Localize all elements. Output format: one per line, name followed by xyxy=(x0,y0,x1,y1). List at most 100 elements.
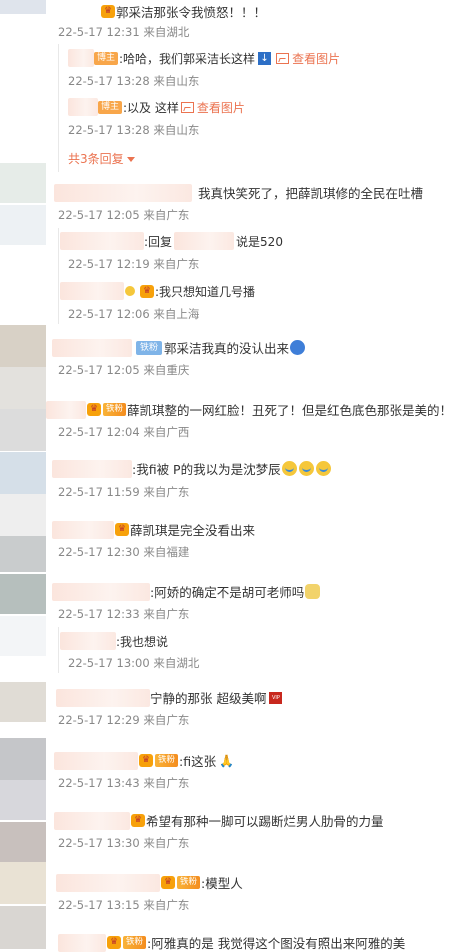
reply-meta: 22-5-17 13:28 来自山东 xyxy=(68,74,200,88)
username[interactable] xyxy=(52,338,132,357)
username[interactable] xyxy=(60,282,124,300)
comment-item: 宁静的那张 超级美啊 VIP xyxy=(56,688,283,707)
avatar[interactable] xyxy=(0,163,46,203)
comment-text: 希望有那种一脚可以踢断烂男人肋骨的力量 xyxy=(146,814,384,829)
laugh-cry-emoji-icon xyxy=(298,461,314,476)
chevron-down-icon xyxy=(126,157,135,162)
avatar[interactable] xyxy=(0,452,46,494)
fan-badge: 铁粉 xyxy=(136,340,163,355)
host-badge: 博主 xyxy=(94,51,119,65)
view-image-link[interactable]: 查看图片 xyxy=(274,50,340,67)
username[interactable] xyxy=(56,688,150,707)
comment-item: 我真快笑死了，把薛凯琪修的全民在吐槽 xyxy=(54,183,423,202)
avatar[interactable] xyxy=(0,536,46,572)
reply-meta: 22-5-17 12:06 来自上海 xyxy=(68,307,200,321)
avatar[interactable] xyxy=(0,0,46,14)
reply-item: 博主 :以及 这样 查看图片 xyxy=(68,98,245,116)
fan-badge: 铁粉 xyxy=(155,754,179,767)
avatar[interactable] xyxy=(0,205,46,245)
comment-text: 薛凯琪整的一网红脸！丑死了！但是红色底色那张是美的！ xyxy=(127,403,451,418)
reply-meta: 22-5-17 13:00 来自湖北 xyxy=(68,656,200,670)
username[interactable] xyxy=(60,632,116,650)
smile-emoji-icon xyxy=(125,286,135,296)
comment-text: 宁静的那张 超级美啊 xyxy=(150,691,267,706)
comment-meta: 22-5-17 12:30 来自福建 xyxy=(58,545,190,559)
comment-text: :fi这张 xyxy=(179,754,217,769)
fan-badge: 铁粉 xyxy=(177,876,201,889)
crown-icon: ♛ xyxy=(87,403,101,416)
comment-meta: 22-5-17 13:43 来自广东 xyxy=(58,776,190,790)
comment-meta: 22-5-17 13:15 来自广东 xyxy=(58,898,190,912)
avatar[interactable] xyxy=(0,862,46,904)
comment-meta: 22-5-17 12:04 来自广西 xyxy=(58,425,190,439)
reply-text: :我只想知道几号播 xyxy=(155,284,256,299)
pray-emoji-icon: 🙏 xyxy=(219,753,235,768)
image-icon xyxy=(180,101,194,113)
avatar[interactable] xyxy=(0,409,46,451)
red-emoji-icon: VIP xyxy=(269,691,283,704)
avatar[interactable] xyxy=(0,367,46,409)
crown-icon: ♛ xyxy=(161,876,175,889)
comment-text: :模型人 xyxy=(201,876,243,891)
comment-item: ♛ 铁粉 :模型人 xyxy=(56,873,243,892)
username[interactable] xyxy=(68,49,94,67)
reply-item: :我也想说 xyxy=(60,632,168,650)
reply-item: :回复 说是520 xyxy=(60,232,283,250)
username[interactable] xyxy=(68,98,98,116)
avatar[interactable] xyxy=(0,494,46,536)
comment-item: :我fi被 P的我以为是沈梦辰 xyxy=(52,459,332,478)
reply-text: :我也想说 xyxy=(116,634,169,649)
comment-meta: 22-5-17 12:31 来自湖北 xyxy=(58,25,190,39)
avatar[interactable] xyxy=(0,780,46,820)
avatar[interactable] xyxy=(0,682,46,722)
reply-divider xyxy=(58,228,59,324)
username[interactable] xyxy=(52,520,114,539)
comment-meta: 22-5-17 12:33 来自广东 xyxy=(58,607,190,621)
reply-meta: 22-5-17 12:19 来自广东 xyxy=(68,257,200,271)
comment-item: 铁粉 郭采洁我真的没认出来 xyxy=(52,338,306,357)
more-replies-link[interactable]: 共3条回复 xyxy=(68,150,135,167)
comment-text: :阿娇的确定不是胡可老师吗 xyxy=(150,585,305,600)
crown-icon: ♛ xyxy=(140,284,154,298)
comment-meta: 22-5-17 11:59 来自广东 xyxy=(58,485,190,499)
comment-text: 郭采洁那张令我愤怒！！！ xyxy=(116,5,267,20)
crown-icon: ♛ xyxy=(139,754,153,767)
mentioned-user[interactable] xyxy=(174,232,235,250)
reply-text: :回复 xyxy=(144,234,173,249)
avatar[interactable] xyxy=(0,325,46,367)
avatar[interactable] xyxy=(0,616,46,656)
reply-text: :以及 这样 xyxy=(123,100,179,115)
doraemon-emoji-icon xyxy=(290,340,306,355)
username[interactable] xyxy=(52,582,150,601)
comment-text: :我fi被 P的我以为是沈梦辰 xyxy=(132,462,281,477)
username[interactable] xyxy=(46,400,86,419)
laugh-cry-emoji-icon xyxy=(281,461,297,476)
username[interactable] xyxy=(52,459,132,478)
doge-emoji-icon xyxy=(305,584,321,599)
crown-icon: ♛ xyxy=(115,523,129,536)
username[interactable] xyxy=(56,873,160,892)
comment-text: 薛凯琪是完全没看出来 xyxy=(130,523,256,538)
username[interactable] xyxy=(54,183,192,202)
comment-text: 郭采洁我真的没认出来 xyxy=(164,341,290,356)
avatar[interactable] xyxy=(0,738,46,780)
avatar[interactable] xyxy=(0,906,46,949)
comment-meta: 22-5-17 12:05 来自广东 xyxy=(58,208,190,222)
reply-divider xyxy=(58,627,59,673)
crown-icon: ♛ xyxy=(101,5,115,18)
reply-meta: 22-5-17 13:28 来自山东 xyxy=(68,123,200,137)
view-image-link[interactable]: 查看图片 xyxy=(179,99,245,116)
avatar[interactable] xyxy=(0,822,46,862)
username[interactable] xyxy=(54,751,138,770)
comment-item: ♛ 希望有那种一脚可以踢断烂男人肋骨的力量 xyxy=(54,811,384,830)
comment-item: ♛ 铁粉 :fi这张 🙏 xyxy=(54,751,234,770)
avatar[interactable] xyxy=(0,574,46,614)
down-arrow-icon: ↓ xyxy=(258,51,272,65)
username[interactable] xyxy=(54,811,130,830)
reply-item: ♛ :我只想知道几号播 xyxy=(60,282,255,300)
crown-icon: ♛ xyxy=(131,814,145,827)
crown-icon: ♛ xyxy=(107,936,121,949)
reply-text-2: 说是520 xyxy=(236,234,283,249)
username[interactable] xyxy=(60,232,144,250)
reply-text: :哈哈，我们郭采洁长这样 xyxy=(119,51,256,66)
